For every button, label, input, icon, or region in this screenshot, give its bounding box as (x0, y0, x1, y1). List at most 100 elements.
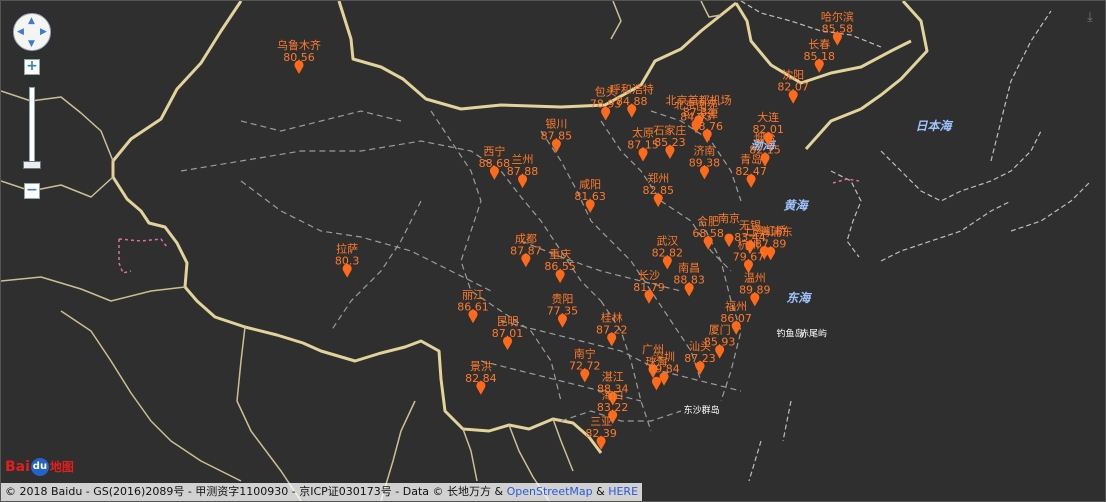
station-name: 厦门 (709, 323, 731, 337)
station-marker[interactable]: 咸阳81.63 (574, 178, 606, 214)
station-value: 82.84 (465, 372, 497, 385)
station-marker[interactable]: 长春85.18 (804, 38, 836, 73)
station-value: 88.83 (673, 274, 705, 287)
station-value: 79.67 (733, 250, 765, 263)
station-marker[interactable]: 南昌88.83 (673, 262, 705, 297)
station-name: 哈尔滨 (821, 10, 854, 24)
logo-text-right: 地图 (49, 460, 74, 474)
water-label: 东海 (786, 291, 812, 305)
water-label: 日本海 (916, 119, 954, 133)
copyright-text: © 2018 Baidu - GS(2016)2089号 - 甲测资字11009… (5, 485, 507, 498)
station-name: 南宁 (574, 346, 596, 360)
station-value: 68.58 (692, 227, 724, 240)
station-value: 89.38 (689, 156, 721, 169)
here-link[interactable]: HERE (608, 485, 638, 498)
pan-control[interactable]: ▲ ▼ ◀ ▶ (13, 13, 51, 51)
map-container[interactable]: 渤海 黄海 东海 日本海 钓鱼岛 赤尾屿 东沙群岛 哈尔滨 85.58 长春 85.18 乌鲁木齐… (0, 0, 1106, 502)
station-name: 南京 (718, 211, 740, 225)
station-marker[interactable]: 昆明87.01 (492, 315, 524, 351)
island-label: 东沙群岛 (684, 404, 720, 416)
station-name: 西宁 (483, 144, 505, 158)
map-copyright: © 2018 Baidu - GS(2016)2089号 - 甲测资字11009… (1, 483, 643, 501)
station-value: 82.47 (735, 165, 767, 178)
station-name: 景洪 (470, 359, 492, 373)
station-marker[interactable]: 桂林87.22 (596, 310, 628, 347)
station-name: 银川 (545, 117, 567, 131)
station-name: 郑州 (647, 171, 669, 185)
zoom-slider-handle[interactable] (23, 161, 41, 169)
station-marker[interactable]: 西宁88.68 (479, 144, 511, 180)
station-value: 88.68 (479, 157, 511, 170)
station-value: 80.56 (283, 51, 315, 64)
station-marker[interactable]: 贵阳77.35 (547, 293, 579, 328)
station-value: 85.18 (804, 50, 836, 63)
pan-up-icon[interactable]: ▲ (28, 17, 35, 26)
pan-left-icon[interactable]: ◀ (17, 28, 24, 37)
station-value: 86.55 (544, 260, 576, 273)
station-value: 85.58 (822, 23, 854, 36)
station-value: 87.22 (596, 323, 628, 336)
station-value: 87.87 (510, 244, 542, 257)
download-icon[interactable]: ⤓ (1083, 11, 1097, 25)
station-marker[interactable]: 济南89.38 (689, 143, 721, 180)
map-pin-icon[interactable] (724, 233, 734, 248)
openstreetmap-link[interactable]: OpenStreetMap (507, 485, 593, 498)
zoom-in-button[interactable]: + (24, 59, 40, 75)
station-value: 82.07 (777, 81, 809, 94)
station-marker[interactable]: 成都87.87 (510, 232, 542, 268)
copyright-amp: & (592, 485, 609, 498)
zoom-slider-track[interactable] (29, 87, 35, 167)
station-value: 87.85 (541, 130, 573, 143)
logo-paw-icon: du (30, 458, 49, 476)
station-name: 珠海 (645, 354, 667, 368)
station-value: 87.01 (492, 327, 524, 340)
station-marker[interactable]: 乌鲁木齐80.56 (277, 38, 321, 74)
station-name: 桂林 (601, 310, 623, 324)
station-marker[interactable]: 沈阳82.07 (777, 68, 809, 104)
station-value: 77.35 (547, 305, 579, 318)
station-marker[interactable]: 重庆86.55 (544, 247, 576, 284)
station-value: 85.23 (654, 136, 686, 149)
station-value: 87.88 (507, 165, 539, 178)
station-marker[interactable]: 丽江86.61 (457, 288, 489, 324)
station-name: 拉萨 (336, 242, 358, 256)
water-labels: 渤海黄海东海日本海 (750, 119, 953, 305)
station-name: 重庆 (549, 247, 571, 261)
station-markers: 哈尔滨85.58长春85.18乌鲁木齐80.56沈阳82.07包头78.93呼和… (277, 10, 854, 450)
zoom-out-button[interactable]: − (24, 183, 40, 199)
station-marker[interactable]: 郑州82.85 (642, 171, 674, 208)
station-value: 72.72 (569, 359, 601, 372)
station-value: 81.79 (633, 281, 665, 294)
station-name: 石家庄 (653, 123, 686, 137)
station-value: 84.93 (680, 110, 712, 123)
station-name: 大连 (757, 110, 779, 124)
pan-down-icon[interactable]: ▼ (28, 40, 35, 49)
station-name: 青岛 (740, 152, 762, 166)
station-marker[interactable]: 银川87.85 (541, 117, 573, 153)
country-borders (111, 1, 929, 454)
station-name: 福州 (725, 299, 747, 313)
station-marker[interactable]: 长沙81.79 (633, 269, 665, 304)
station-name: 呼和浩特 (610, 82, 654, 96)
map-canvas[interactable]: 渤海黄海东海日本海 钓鱼岛赤尾屿东沙群岛 哈尔滨85.58长春85.18乌鲁木齐… (1, 1, 1106, 502)
station-value: 81.63 (574, 190, 606, 203)
station-name: 烟台 (754, 131, 776, 145)
station-marker[interactable]: 南宁72.72 (569, 346, 601, 383)
station-name: 合肥 (697, 214, 719, 228)
station-value: 80.3 (335, 255, 360, 268)
station-marker[interactable]: 拉萨80.3 (335, 242, 360, 278)
station-marker[interactable]: 呼和浩特84.88 (610, 82, 654, 118)
station-name: 济南 (693, 143, 715, 157)
station-marker[interactable]: 兰州87.88 (507, 153, 539, 189)
station-name: 乌鲁木齐 (277, 38, 321, 52)
station-name: 沈阳 (782, 68, 804, 82)
map-pin-icon[interactable] (651, 376, 661, 391)
pan-right-icon[interactable]: ▶ (40, 28, 47, 37)
station-value: 87.89 (755, 237, 787, 250)
station-value: 89.89 (739, 283, 771, 296)
island-label: 赤尾屿 (800, 329, 827, 340)
baidu-map-logo: Bai du 地图 (5, 456, 74, 478)
station-name: 北京南苑 (674, 97, 718, 111)
station-name: 上海浦东 (749, 224, 793, 238)
station-name: 海口 (602, 388, 624, 402)
